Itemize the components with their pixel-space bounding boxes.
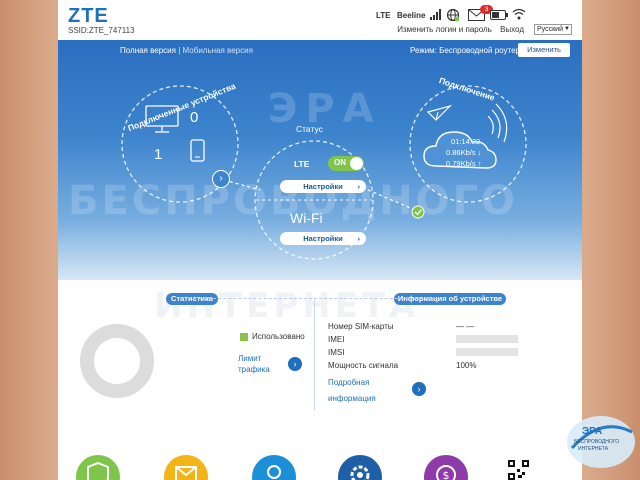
signal-icon <box>430 9 442 22</box>
usb-devices-count: 1 <box>154 146 163 163</box>
header-links: Изменить логин и пароль Выход <box>391 25 524 34</box>
paper-plane-icon <box>426 104 453 121</box>
info-value-imsi-redacted <box>456 348 518 356</box>
wifi-devices-count: 0 <box>190 109 199 126</box>
globe-icon <box>446 8 460 24</box>
info-value-imei-redacted <box>456 335 518 343</box>
logout-link[interactable]: Выход <box>500 25 524 34</box>
watermark-badge-logo: ЭРА БЕСПРОВОДНОГО ИНТЕРНЕТА <box>564 408 638 472</box>
lte-settings-button[interactable]: Настройки › <box>280 180 366 193</box>
badge-line1: ЭРА <box>582 426 603 437</box>
envelope-icon[interactable] <box>164 455 208 480</box>
money-icon[interactable]: $ <box>424 455 468 480</box>
chevron-right-icon: › <box>293 359 297 369</box>
traffic-donut-chart <box>80 324 154 398</box>
battery-icon <box>490 10 508 22</box>
badge-line2: БЕСПРОВОДНОГО <box>574 439 620 445</box>
info-label-signal: Мощность сигнала <box>328 361 399 370</box>
network-type: LTE <box>376 11 391 20</box>
wifi-label: Wi-Fi <box>290 210 323 226</box>
more-info-link-line1[interactable]: Подробная <box>328 378 369 387</box>
download-speed: 0.86Kb/s ↓ <box>446 148 482 157</box>
badge-line3: ИНТЕРНЕТА <box>578 446 609 452</box>
traffic-limit-link-line2[interactable]: трафика <box>238 365 270 374</box>
info-label-imsi: IMSI <box>328 348 345 357</box>
settings-icon[interactable] <box>338 455 382 480</box>
used-legend-swatch <box>240 333 248 341</box>
dashboard-hero: Полная версия | Мобильная версия Режим: … <box>58 40 582 280</box>
info-value-sim: — — <box>456 322 475 331</box>
router-web-ui: ZTE SSID:ZTE_747113 LTE Beeline 3 Измени… <box>58 0 582 480</box>
user-icon[interactable] <box>252 455 296 480</box>
shield-icon[interactable] <box>76 455 120 480</box>
chevron-right-icon: › <box>219 173 223 184</box>
info-label-imei: IMEI <box>328 335 345 344</box>
chevron-right-icon: › <box>357 182 361 191</box>
wifi-settings-label: Настройки <box>303 234 343 243</box>
status-title: Статус <box>296 124 323 134</box>
chevron-down-icon: ▼ <box>564 26 570 32</box>
watermark-line3: ИНТЕРНЕТА <box>154 286 420 326</box>
toggle-knob <box>350 157 363 170</box>
waves-icon <box>487 103 508 143</box>
check-icon <box>411 205 425 219</box>
header: ZTE SSID:ZTE_747113 LTE Beeline 3 Измени… <box>58 0 582 40</box>
lte-toggle-label: ON <box>334 158 346 167</box>
chevron-right-icon: › <box>357 234 361 243</box>
upload-speed: 0.79Kb/s ↑ <box>446 159 482 168</box>
devices-details-button[interactable]: › <box>212 170 230 188</box>
more-info-link-line2[interactable]: информация <box>328 394 376 403</box>
info-value-signal: 100% <box>456 361 477 370</box>
more-info-button[interactable]: › <box>412 382 426 396</box>
panel-divider <box>314 300 315 410</box>
ssid-label: SSID:ZTE_747113 <box>68 26 135 35</box>
traffic-limit-link-line1[interactable]: Лимит <box>238 354 261 363</box>
svg-text:$: $ <box>443 469 450 480</box>
zte-logo: ZTE <box>68 5 109 27</box>
wifi-icon <box>512 8 526 22</box>
change-login-link[interactable]: Изменить логин и пароль <box>397 25 492 34</box>
lte-label: LTE <box>294 159 310 169</box>
connection-duration: 01:14:22 <box>451 137 481 146</box>
wifi-settings-button[interactable]: Настройки › <box>280 232 366 245</box>
language-select[interactable]: Русский ▼ <box>534 24 572 35</box>
used-legend-label: Использовано <box>252 332 305 341</box>
phone-icon <box>190 139 205 162</box>
info-label-sim: Номер SIM-карты <box>328 322 394 331</box>
traffic-limit-button[interactable]: › <box>288 357 302 371</box>
lte-toggle[interactable]: ON <box>328 156 364 171</box>
chevron-right-icon: › <box>417 384 421 394</box>
connector-line <box>188 298 438 300</box>
operator-name: Beeline <box>397 11 426 20</box>
lte-settings-label: Настройки <box>303 182 343 191</box>
language-value: Русский <box>537 26 563 33</box>
qr-code-icon <box>508 460 529 480</box>
